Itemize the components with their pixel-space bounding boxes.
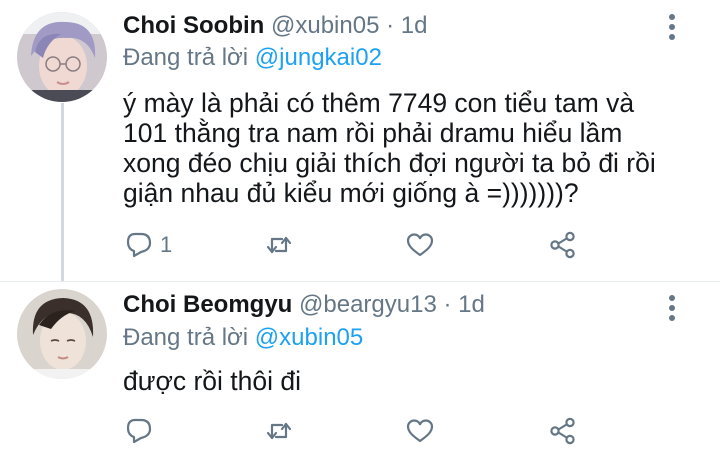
tweet-text-line: được rồi thôi đi (123, 366, 301, 396)
share-button[interactable] (548, 230, 578, 260)
tweet-text-line: giận nhau đủ kiểu mới giống à =)))))))? (123, 178, 579, 208)
separator-dot: · (386, 12, 395, 39)
separator-dot: · (443, 291, 452, 318)
timestamp[interactable]: 1d (458, 291, 485, 318)
heart-icon (406, 233, 434, 257)
avatar[interactable] (17, 12, 107, 102)
user-handle[interactable]: @beargyu13 (299, 291, 437, 318)
replying-to-mention[interactable]: @xubin05 (255, 324, 363, 351)
like-button[interactable] (405, 230, 435, 260)
replying-to-mention[interactable]: @jungkai02 (255, 44, 382, 71)
reply-icon (126, 232, 152, 258)
share-icon (550, 231, 575, 259)
retweet-icon (266, 236, 292, 254)
replying-to-label: Đang trả lời (123, 324, 255, 351)
tweet-text-line: xong đéo chịu giải thích đợi người ta bỏ… (123, 148, 656, 178)
share-button[interactable] (548, 416, 578, 446)
timestamp[interactable]: 1d (401, 12, 428, 39)
reply-icon (126, 418, 152, 444)
tweet-text: ý mày là phải có thêm 7749 con tiểu tam … (123, 88, 683, 208)
tweet-text-line: ý mày là phải có thêm 7749 con tiểu tam … (123, 88, 635, 118)
replying-to: Đang trả lời @jungkai02 (123, 44, 382, 72)
heart-icon (406, 419, 434, 443)
more-options-button[interactable] (664, 293, 680, 323)
tweet-actions (120, 416, 600, 446)
tweet-header: Choi Beomgyu @beargyu13 · 1d (123, 291, 485, 319)
avatar-image (17, 289, 107, 379)
tweet[interactable]: Choi Soobin @xubin05 · 1d Đang trả lời @… (0, 0, 720, 282)
replying-to-label: Đang trả lời (123, 44, 255, 71)
share-icon (550, 417, 575, 445)
reply-count: 1 (160, 232, 173, 257)
user-handle[interactable]: @xubin05 (271, 12, 379, 39)
tweet-text-line: 101 thằng tra nam rồi phải dramu hiểu lầ… (123, 118, 623, 148)
reply-button[interactable]: 1 (124, 230, 172, 260)
display-name[interactable]: Choi Beomgyu (123, 291, 292, 318)
like-button[interactable] (405, 416, 435, 446)
retweet-button[interactable] (264, 416, 294, 446)
retweet-icon (266, 422, 292, 440)
more-options-button[interactable] (664, 12, 680, 42)
replying-to: Đang trả lời @xubin05 (123, 324, 363, 352)
retweet-button[interactable] (264, 230, 294, 260)
tweet-actions: 1 (120, 230, 600, 260)
avatar-image (17, 12, 107, 102)
tweet[interactable]: Choi Beomgyu @beargyu13 · 1d Đang trả lờ… (0, 282, 720, 460)
display-name[interactable]: Choi Soobin (123, 12, 264, 39)
tweet-header: Choi Soobin @xubin05 · 1d (123, 12, 427, 40)
avatar[interactable] (17, 289, 107, 379)
reply-button[interactable] (124, 416, 154, 446)
tweet-text: được rồi thôi đi (123, 366, 683, 396)
